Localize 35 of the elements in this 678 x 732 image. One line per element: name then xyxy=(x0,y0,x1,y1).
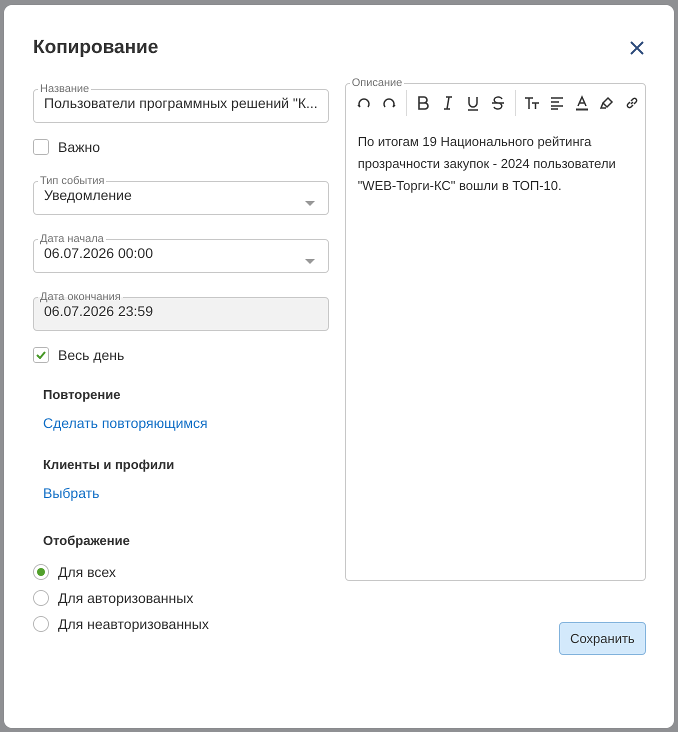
dialog-title: Копирование xyxy=(33,37,158,59)
description-text: По итогам 19 Национального рейтинга прозрачности закупок - 2024 пользователи "WEB-Торги-КС" вошли в ТОП-10. xyxy=(358,133,617,195)
field-value: 06.07.2026 00:00 xyxy=(44,245,153,261)
field-label: Тип события xyxy=(39,175,106,187)
description-editor[interactable]: Описание По итогам 19 Национального рейтинга прозрачности закупок - 2024 пользователи "WEB-Торги-КС" вошли в ТОП-10. xyxy=(344,77,646,581)
radio-button[interactable] xyxy=(33,616,49,632)
checkbox-label: Весь день xyxy=(58,347,124,363)
field-label: Описание xyxy=(350,77,404,89)
close-icon[interactable] xyxy=(629,40,645,56)
radio-label: Для всех xyxy=(58,564,116,580)
section-heading: Отображение xyxy=(43,533,131,548)
save-button[interactable]: Сохранить xyxy=(559,622,646,655)
field-value: 06.07.2026 23:59 xyxy=(44,303,153,319)
start-date-field[interactable]: Дата начала 06.07.2026 00:00 xyxy=(33,233,329,273)
select-link[interactable]: Выбрать xyxy=(43,485,100,501)
radio-label: Для авторизованных xyxy=(58,590,194,606)
radio-button[interactable] xyxy=(33,590,49,606)
caret-icon xyxy=(304,259,315,264)
check-icon xyxy=(36,351,46,359)
field-value: Пользователи программных решений "К... xyxy=(44,95,318,111)
name-field[interactable]: Название Пользователи программных решений "К... xyxy=(33,83,329,123)
radio-button[interactable] xyxy=(33,564,49,580)
radio-label: Для неавторизованных xyxy=(58,616,209,632)
checkbox[interactable] xyxy=(33,139,49,155)
field-label: Дата начала xyxy=(39,233,105,245)
make-recurring-link[interactable]: Сделать повторяющимся xyxy=(43,415,208,431)
field-label: Название xyxy=(39,83,90,95)
field-label: Дата окончания xyxy=(39,291,122,303)
field-value: Уведомление xyxy=(44,187,132,203)
section-heading: Повторение xyxy=(43,387,122,402)
event-type-dropdown[interactable]: Тип события Уведомление xyxy=(33,175,329,215)
section-heading: Клиенты и профили xyxy=(43,457,176,472)
checkbox[interactable] xyxy=(33,347,49,363)
caret-icon xyxy=(304,201,315,206)
checkbox-label: Важно xyxy=(58,139,100,155)
